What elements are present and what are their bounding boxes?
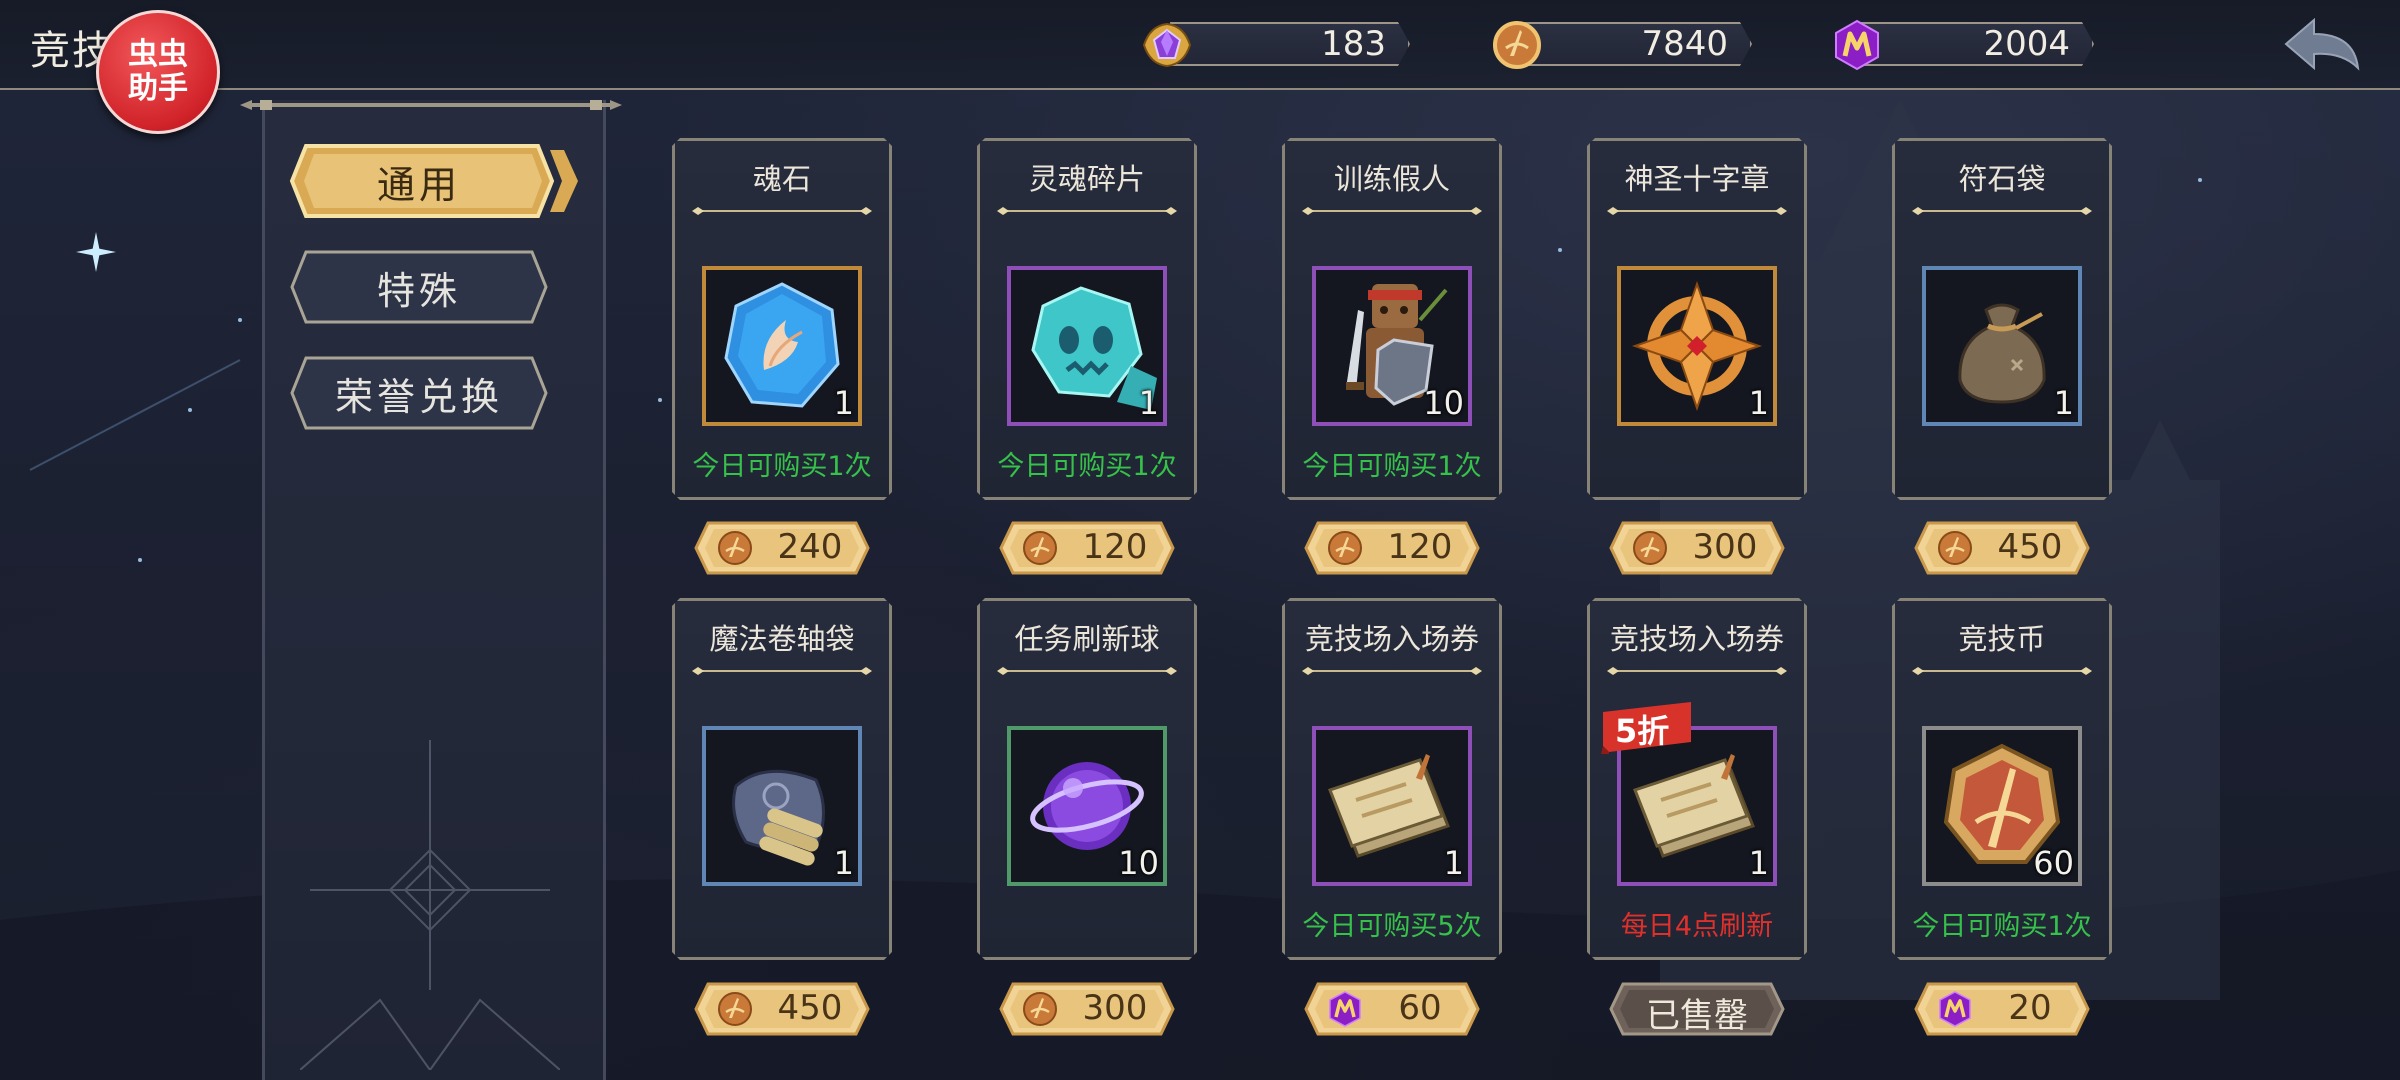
m-token-icon — [1329, 991, 1361, 1027]
tab-honor-exchange-label: 荣誉兑换 — [334, 374, 503, 419]
arena-coin-icon — [718, 992, 752, 1026]
shop-item-arena-ticket[interactable]: 竞技场入场券 1 今日可购买5次 — [1282, 598, 1502, 960]
arena-coin-icon — [1938, 531, 1972, 565]
divider — [1912, 667, 2092, 675]
buy-button-scroll-bag[interactable]: 450 — [694, 982, 870, 1036]
arena-coin-icon — [1023, 992, 1057, 1026]
buy-button-refresh-orb[interactable]: 300 — [999, 982, 1175, 1036]
tab-honor-exchange[interactable]: 荣誉兑换 — [288, 354, 550, 432]
buy-button-arena-ticket[interactable]: 60 — [1304, 982, 1480, 1036]
arena-coin-icon — [1633, 531, 1667, 565]
shop-item-arena-coin[interactable]: 竞技币 60 今日可购买1次 — [1892, 598, 2112, 960]
divider — [1302, 207, 1482, 215]
shop-item-training-dummy[interactable]: 训练假人 10 今日可购买1次 — [1282, 138, 1502, 500]
buy-button-soul-fragment[interactable]: 120 — [999, 521, 1175, 575]
arena-coin-count: 7840 — [1641, 24, 1728, 64]
divider — [1912, 207, 2092, 215]
shop-item-refresh-orb[interactable]: 任务刷新球 10 — [977, 598, 1197, 960]
shop-item-soul-stone[interactable]: 魂石 1 今日可购买1次 — [672, 138, 892, 500]
arena-coin-icon — [1023, 531, 1057, 565]
divider — [692, 667, 872, 675]
currency-gems: 183 — [1140, 20, 1410, 68]
shop-item-rune-bag[interactable]: 符石袋 1 — [1892, 138, 2112, 500]
divider — [692, 207, 872, 215]
top-bar: 竞技 183 7840 2004 — [0, 0, 2400, 90]
shop-item-scroll-bag[interactable]: 魔法卷轴袋 1 — [672, 598, 892, 960]
sold-out-badge: 已售罄 — [1609, 982, 1785, 1036]
shop-item-arena-ticket-discount[interactable]: 竞技场入场券 1 5折 每日4点刷新 — [1587, 598, 1807, 960]
m-token-count: 2004 — [1983, 24, 2070, 64]
divider — [997, 207, 1177, 215]
purple-gem-icon — [1142, 22, 1192, 68]
currency-m-tokens: 2004 — [1830, 19, 2094, 71]
currency-arena-coins: 7840 — [1490, 20, 1752, 69]
shop-item-holy-cross[interactable]: 神圣十字章 1 — [1587, 138, 1807, 500]
shop-item-soul-fragment[interactable]: 灵魂碎片 1 今日可购买1次 — [977, 138, 1197, 500]
banner-rod — [240, 100, 622, 110]
divider — [1302, 667, 1482, 675]
buy-button-soul-stone[interactable]: 240 — [694, 521, 870, 575]
assistant-badge[interactable]: 虫虫 助手 — [96, 10, 220, 134]
m-token-icon — [1835, 19, 1879, 71]
divider — [1607, 667, 1787, 675]
arena-coin-icon — [718, 531, 752, 565]
divider — [997, 667, 1177, 675]
tab-general[interactable]: 通用 — [288, 142, 578, 220]
tab-general-label: 通用 — [376, 162, 461, 207]
tab-special-label: 特殊 — [376, 268, 461, 313]
tab-special[interactable]: 特殊 — [288, 248, 550, 326]
discount-tag: 5折 — [1599, 702, 1695, 754]
divider — [1607, 207, 1787, 215]
back-arrow-icon[interactable] — [2280, 14, 2364, 74]
buy-button-arena-coin[interactable]: 20 — [1914, 982, 2090, 1036]
gem-count: 183 — [1321, 24, 1386, 64]
arena-coin-icon — [1493, 21, 1541, 69]
banner-ornament — [300, 740, 560, 1070]
arena-coin-icon — [1328, 531, 1362, 565]
buy-button-training-dummy[interactable]: 120 — [1304, 521, 1480, 575]
buy-button-holy-cross[interactable]: 300 — [1609, 521, 1785, 575]
buy-button-rune-bag[interactable]: 450 — [1914, 521, 2090, 575]
m-token-icon — [1939, 991, 1971, 1027]
